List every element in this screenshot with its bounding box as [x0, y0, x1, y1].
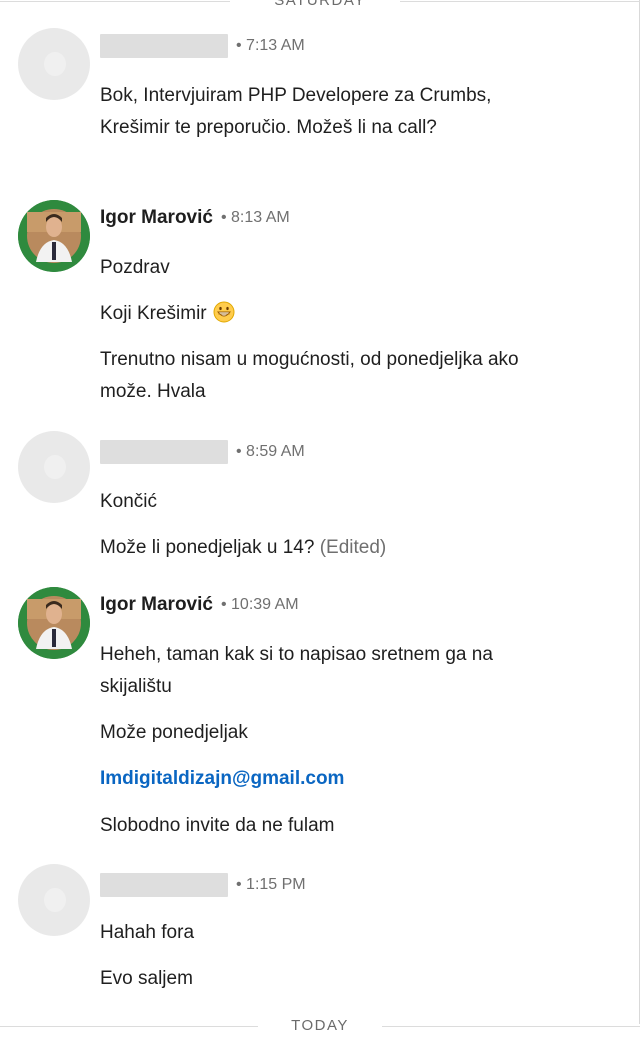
- message-text: Bok, Intervjuiram PHP Developere za Crum…: [100, 85, 492, 138]
- message-time: • 10:39 AM: [220, 596, 299, 613]
- day-divider-label: TODAY: [273, 1017, 367, 1034]
- message-text: Pozdrav: [100, 257, 170, 278]
- day-divider-label: SATURDAY: [256, 0, 384, 9]
- message-header: • 7:13 AM: [100, 34, 305, 58]
- sender-name-redacted: [100, 440, 228, 464]
- message-text: Može li ponedjeljak u 14? (Edited): [100, 532, 540, 564]
- email-link[interactable]: Imdigitaldizajn@gmail.com: [100, 768, 344, 789]
- message-time: • 8:13 AM: [220, 209, 290, 226]
- sender-name[interactable]: Igor Marović: [100, 207, 213, 228]
- message-text: Heheh, taman kak si to napisao sretnem g…: [100, 644, 493, 697]
- grinning-face-icon: [213, 301, 235, 323]
- avatar[interactable]: [18, 431, 90, 503]
- sender-name-redacted: [100, 34, 228, 58]
- message-text-content: Koji Krešimir: [100, 303, 207, 324]
- message-text: Trenutno nisam u mogućnosti, od ponedjel…: [100, 349, 519, 402]
- avatar[interactable]: [18, 200, 90, 272]
- message-text: Imdigitaldizajn@gmail.com: [100, 763, 540, 795]
- message-header: • 1:15 PM: [100, 873, 306, 897]
- message-text: Može ponedjeljak: [100, 722, 248, 743]
- message-header: Igor Marović • 10:39 AM: [100, 593, 299, 617]
- message-header: • 8:59 AM: [100, 440, 305, 464]
- profile-photo-icon: [18, 200, 90, 272]
- message-text: Slobodno invite da ne fulam: [100, 815, 335, 836]
- sender-name[interactable]: Igor Marović: [100, 594, 213, 615]
- day-divider-saturday: SATURDAY: [0, 0, 640, 14]
- sender-name-redacted: [100, 873, 228, 897]
- message-text-content: Može li ponedjeljak u 14?: [100, 537, 315, 558]
- message-text: Končić: [100, 491, 158, 512]
- message-time: • 1:15 PM: [236, 876, 306, 893]
- message-time: • 7:13 AM: [236, 37, 305, 54]
- message-text: Hahah fora: [100, 922, 195, 943]
- edited-label: (Edited): [319, 537, 387, 558]
- profile-photo-icon: [18, 587, 90, 659]
- avatar[interactable]: [18, 864, 90, 936]
- avatar[interactable]: [18, 28, 90, 100]
- message-time: • 8:59 AM: [236, 443, 305, 460]
- day-divider-today: TODAY: [0, 1017, 640, 1039]
- message-text: Evo saljem: [100, 968, 193, 989]
- avatar[interactable]: [18, 587, 90, 659]
- message-text: Koji Krešimir: [100, 298, 540, 330]
- message-header: Igor Marović • 8:13 AM: [100, 206, 290, 230]
